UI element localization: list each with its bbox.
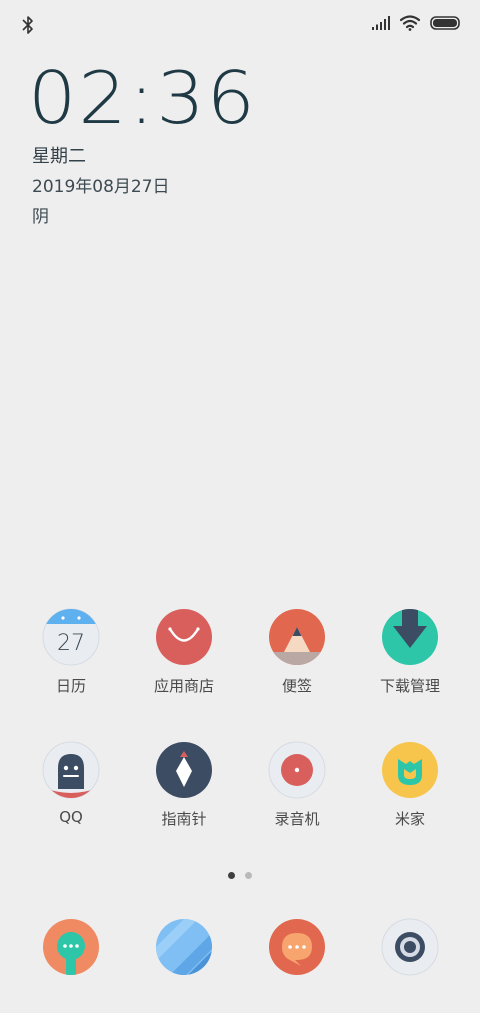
signal-icon — [372, 16, 390, 30]
mijia-icon — [382, 742, 438, 798]
weekday-label: 星期二 — [32, 146, 86, 167]
app-mijia[interactable]: 米家 — [355, 741, 465, 829]
app-label: 日历 — [55, 677, 86, 695]
recorder-icon — [268, 741, 326, 799]
date-label: 2019年08月27日 — [32, 177, 170, 197]
phone-app-icon — [43, 919, 99, 975]
app-recorder[interactable]: 录音机 — [242, 741, 352, 829]
camera-icon — [381, 918, 439, 976]
app-label: 录音机 — [274, 810, 320, 828]
app-download-manager[interactable]: 下载管理 — [355, 608, 465, 696]
compass-icon — [156, 742, 212, 798]
app-store-icon — [156, 609, 212, 665]
app-qq[interactable]: QQ — [16, 741, 126, 826]
app-label: 下载管理 — [379, 677, 440, 695]
weather-label: 阴 — [32, 207, 49, 227]
page-indicator — [0, 872, 480, 879]
dock-messages[interactable] — [242, 918, 352, 976]
app-app-store[interactable]: 应用商店 — [129, 608, 239, 696]
app-label: 应用商店 — [153, 677, 214, 695]
browser-icon — [156, 919, 212, 975]
app-compass[interactable]: 指南针 — [129, 741, 239, 829]
dock-camera[interactable] — [355, 918, 465, 976]
app-notes[interactable]: 便签 — [242, 608, 352, 696]
dock-browser[interactable] — [129, 918, 239, 976]
app-calendar[interactable]: 27 日历 — [16, 608, 126, 696]
calendar-day-number: 27 — [57, 631, 85, 656]
calendar-icon: 27 — [42, 608, 100, 666]
messages-icon — [269, 919, 325, 975]
notes-icon — [269, 609, 325, 665]
wifi-icon — [400, 15, 420, 31]
status-bar — [0, 0, 480, 50]
status-icons — [372, 15, 460, 31]
download-icon — [382, 609, 438, 665]
dock-phone[interactable] — [16, 918, 126, 976]
app-label: 便签 — [281, 677, 312, 695]
app-label: 指南针 — [161, 810, 207, 828]
app-label: 米家 — [394, 810, 425, 828]
bluetooth-icon — [22, 16, 33, 34]
clock-time: 02:36 — [28, 55, 258, 140]
page-dot-2[interactable] — [245, 872, 252, 879]
qq-icon — [42, 741, 100, 799]
battery-icon — [430, 16, 460, 30]
app-label: QQ — [59, 808, 83, 826]
page-dot-1[interactable] — [228, 872, 235, 879]
